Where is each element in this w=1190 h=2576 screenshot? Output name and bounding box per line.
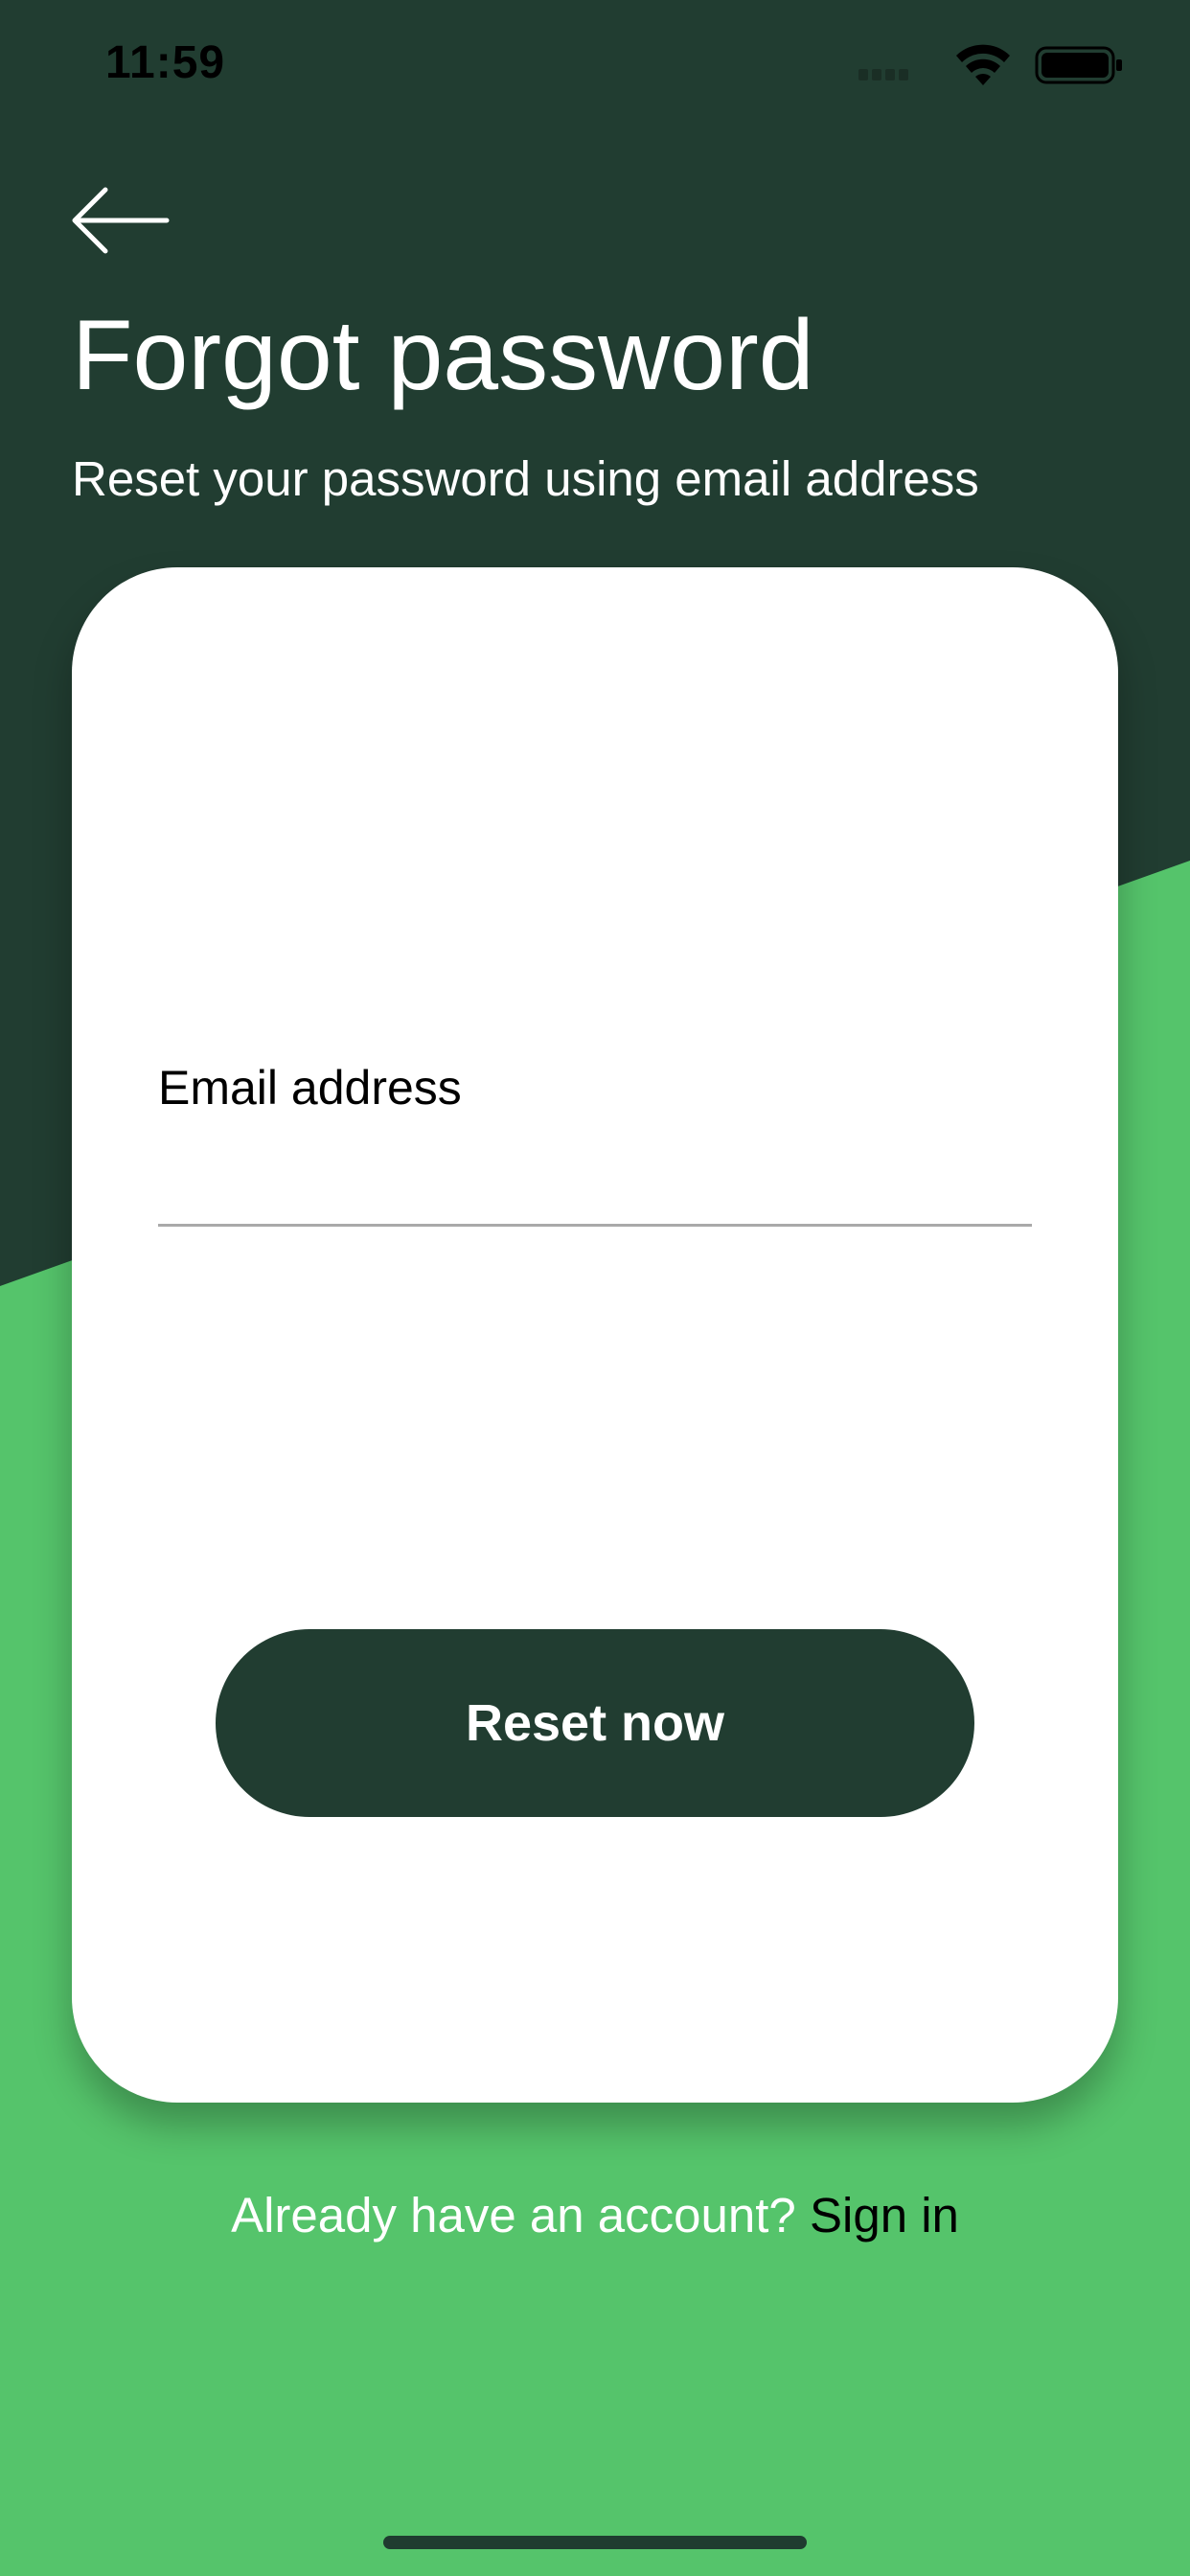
signin-row: Already have an account? Sign in: [0, 2187, 1190, 2243]
wifi-icon: [956, 44, 1010, 85]
arrow-left-icon: [72, 187, 170, 254]
back-button[interactable]: [67, 182, 172, 259]
signin-link[interactable]: Sign in: [810, 2188, 959, 2242]
email-label: Email address: [158, 1061, 462, 1115]
status-bar-icons: [858, 44, 1122, 85]
forgot-password-screen: 11:59 Forgot password Reset your passwor…: [0, 0, 1190, 2576]
page-subtitle: Reset your password using email address: [72, 451, 979, 506]
page-title: Forgot password: [72, 300, 814, 411]
email-input[interactable]: [158, 1131, 1032, 1227]
signal-icon: [858, 69, 908, 80]
status-bar-time: 11:59: [105, 37, 226, 88]
reset-form-card: Email address Reset now: [72, 567, 1118, 2103]
signin-prompt: Already have an account?: [231, 2188, 796, 2242]
battery-icon: [1035, 46, 1122, 84]
home-indicator[interactable]: [383, 2536, 807, 2549]
reset-now-button[interactable]: Reset now: [216, 1629, 974, 1817]
